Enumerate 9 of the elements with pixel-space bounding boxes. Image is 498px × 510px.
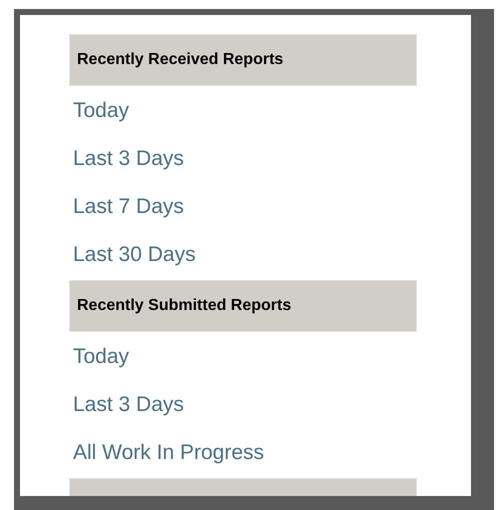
report-link[interactable]: Today [73, 86, 130, 134]
report-link[interactable]: Last 7 Days [73, 182, 184, 230]
report-link[interactable]: Today [73, 332, 130, 380]
section-header: Recently Received Reports [69, 34, 417, 86]
report-link[interactable]: All Work In Progress [73, 428, 264, 476]
report-link[interactable]: Last 30 Days [73, 230, 196, 278]
section-header: Recently Submitted Reports [69, 280, 417, 332]
report-link[interactable]: Last 3 Days [73, 134, 184, 182]
report-link[interactable]: Last 3 Days [73, 380, 184, 428]
